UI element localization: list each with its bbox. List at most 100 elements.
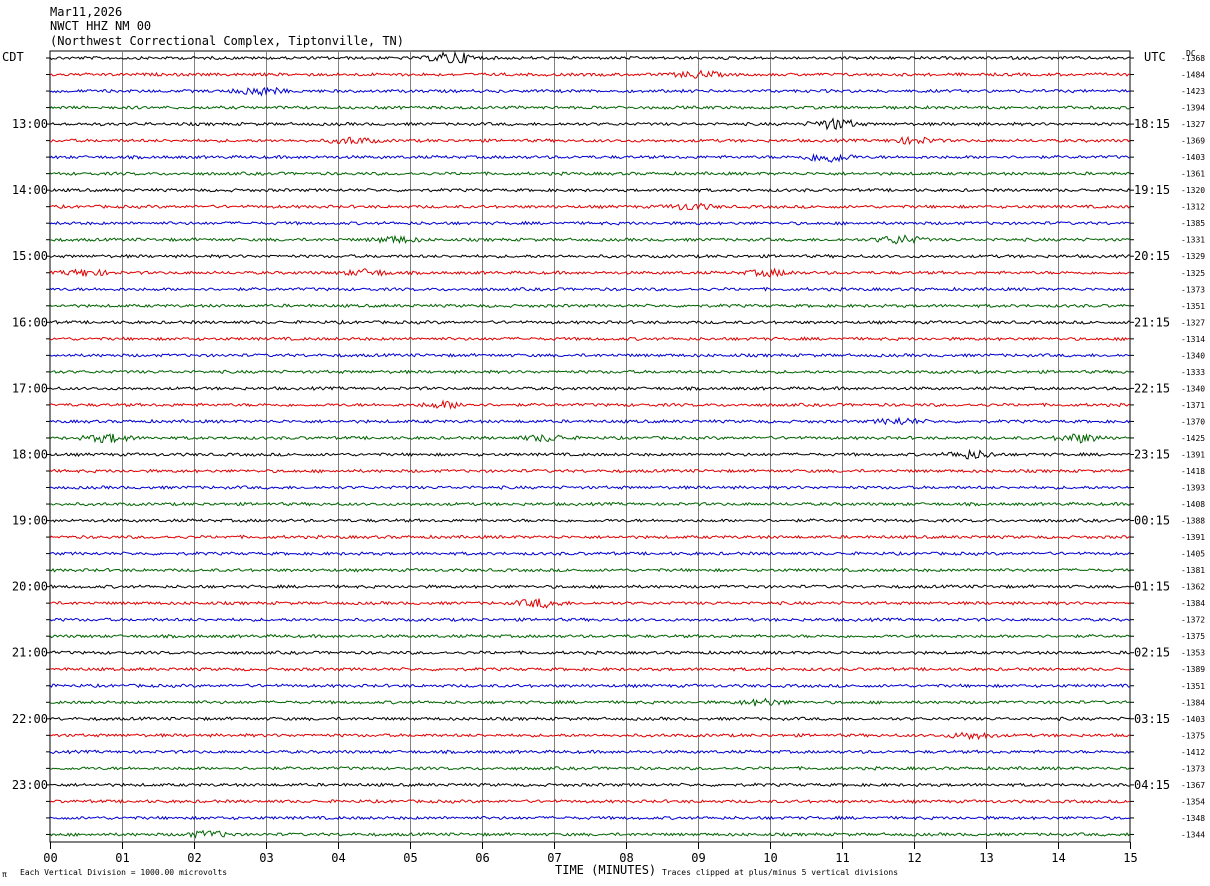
dc-offset-label: -1375	[1181, 632, 1205, 641]
trace-line	[49, 518, 1131, 523]
trace-line	[49, 286, 1131, 292]
trace-line	[49, 501, 1131, 507]
hour-label-utc: 04:15	[1134, 778, 1170, 792]
dc-offset-label: -1393	[1181, 484, 1205, 493]
hour-label-utc: 19:15	[1134, 183, 1170, 197]
trace-line	[49, 485, 1131, 491]
hour-label-cdt: 13:00	[12, 117, 48, 131]
dc-offset-label: -1369	[1181, 137, 1205, 146]
x-tick-label: 14	[1051, 851, 1065, 865]
trace-line	[49, 416, 1131, 426]
dc-offset-label: -1362	[1181, 583, 1205, 592]
hour-label-cdt: 20:00	[12, 580, 48, 594]
hour-label-cdt: 18:00	[12, 447, 48, 461]
dc-offset-label: -1418	[1181, 467, 1205, 476]
dc-offset-label: -1388	[1181, 517, 1205, 526]
dc-offset-label: -1351	[1181, 302, 1205, 311]
dc-offset-label: -1361	[1181, 170, 1205, 179]
hour-label-cdt: 16:00	[12, 315, 48, 329]
hour-label-utc: 21:15	[1134, 315, 1170, 329]
dc-offset-label: -1403	[1181, 153, 1205, 162]
trace-line	[49, 86, 1131, 97]
hour-label-cdt: 19:00	[12, 514, 48, 528]
trace-line	[49, 385, 1131, 391]
trace-line	[49, 731, 1131, 741]
trace-line	[49, 468, 1131, 474]
dc-offset-label: -1403	[1181, 715, 1205, 724]
dc-offset-label: -1384	[1181, 698, 1205, 707]
dc-offset-label: -1320	[1181, 186, 1205, 195]
trace-line	[49, 117, 1131, 131]
x-tick-label: 00	[43, 851, 57, 865]
dc-offset-label: -1375	[1181, 731, 1205, 740]
dc-offset-label: -1372	[1181, 616, 1205, 625]
hour-label-utc: 20:15	[1134, 249, 1170, 263]
hour-label-cdt: 22:00	[12, 712, 48, 726]
trace-line	[49, 202, 1131, 211]
trace-line	[49, 765, 1131, 771]
trace-line	[49, 534, 1131, 540]
hour-label-cdt: 21:00	[12, 646, 48, 660]
dc-offset-label: -1329	[1181, 252, 1205, 261]
dc-offset-label: -1391	[1181, 533, 1205, 542]
dc-offset-label: -1385	[1181, 219, 1205, 228]
dc-offset-label: -1340	[1181, 384, 1205, 393]
trace-line	[49, 253, 1131, 259]
x-tick-label: 03	[259, 851, 273, 865]
hour-label-cdt: 14:00	[12, 183, 48, 197]
dc-offset-label: -1425	[1181, 434, 1205, 443]
trace-line	[49, 135, 1131, 146]
hour-label-cdt: 15:00	[12, 249, 48, 263]
trace-line	[49, 666, 1131, 672]
trace-line	[50, 598, 1131, 609]
dc-offset-label: -1314	[1181, 335, 1205, 344]
x-tick-label: 13	[979, 851, 993, 865]
trace-line	[49, 399, 1131, 410]
dc-offset-label: -1370	[1181, 417, 1205, 426]
trace-line	[49, 267, 1131, 278]
x-tick-label: 12	[907, 851, 921, 865]
trace-line	[49, 152, 1131, 163]
dc-offset-label: -1412	[1181, 748, 1205, 757]
trace-line	[49, 550, 1131, 557]
seismogram-chart: 00 01 02 03 04 05 06 07 08 09 10 11 12 13 14 15 -1368 -14…	[12, 50, 1205, 865]
hour-label-cdt: 17:00	[12, 381, 48, 395]
dc-offset-label: -1331	[1181, 236, 1205, 245]
dc-offset-label: -1394	[1181, 104, 1205, 113]
dc-offset-label: -1327	[1181, 318, 1205, 327]
dc-offset-label: -1405	[1181, 550, 1205, 559]
dc-offset-label: -1371	[1181, 401, 1205, 410]
dc-offset-label: -1353	[1181, 649, 1205, 658]
dc-offset-label: -1381	[1181, 566, 1205, 575]
trace-line	[49, 352, 1131, 358]
trace-line	[49, 782, 1131, 788]
trace-line	[49, 105, 1131, 111]
x-tick-label: 07	[547, 851, 561, 865]
dc-offset-label: -1333	[1181, 368, 1205, 377]
hour-label-utc: 23:15	[1134, 447, 1170, 461]
trace-line	[49, 798, 1131, 804]
dc-offset-label: -1344	[1181, 830, 1205, 839]
x-tick-label: 06	[475, 851, 489, 865]
trace-line	[49, 650, 1131, 656]
trace-line	[49, 187, 1131, 193]
trace-line	[49, 336, 1130, 342]
trace-line	[49, 220, 1131, 226]
trace-line	[49, 829, 1131, 839]
hour-label-utc: 00:15	[1134, 514, 1170, 528]
trace-line	[49, 433, 1131, 444]
dc-offset-label: -1367	[1181, 781, 1205, 790]
trace-line	[49, 749, 1131, 755]
trace-line	[49, 617, 1131, 623]
trace-line	[49, 234, 1131, 245]
trace-line	[49, 683, 1130, 689]
dc-offset-label: -1325	[1181, 269, 1205, 278]
dc-offset-label: -1484	[1181, 71, 1205, 80]
x-tick-label: 11	[835, 851, 849, 865]
dc-offset-label: -1340	[1181, 351, 1205, 360]
plot-frame	[49, 50, 1131, 843]
trace-line	[49, 319, 1131, 325]
trace-line	[49, 170, 1131, 176]
dc-offset-label: -1391	[1181, 450, 1205, 459]
trace-line	[49, 69, 1130, 79]
